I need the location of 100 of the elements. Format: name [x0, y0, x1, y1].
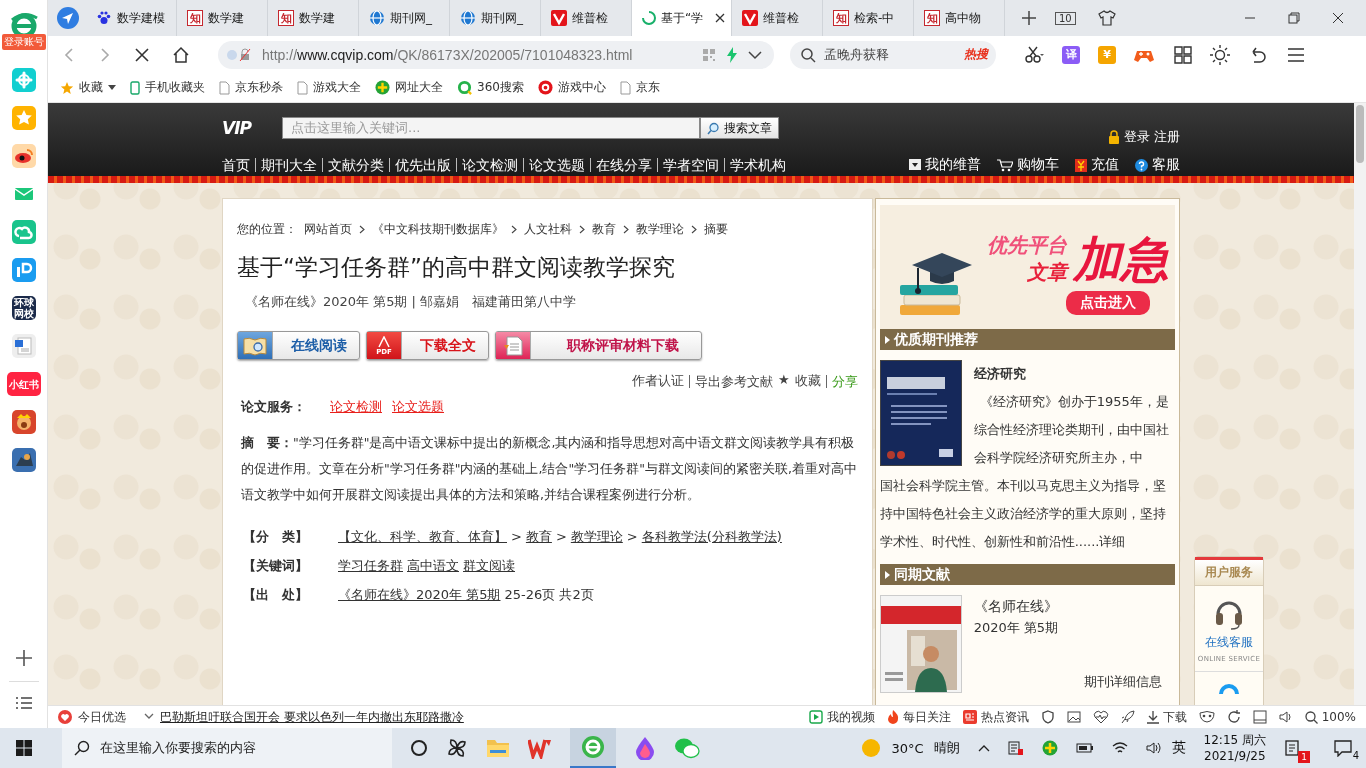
taskbar-search-field[interactable]: 在这里输入你要搜索的内容 [62, 728, 392, 768]
game-icon[interactable] [11, 410, 36, 434]
notes-icon[interactable] [1284, 739, 1302, 757]
restore-icon[interactable] [1288, 12, 1300, 24]
nav-link[interactable]: 学者空间 [657, 158, 724, 172]
read-online-button[interactable]: 在线阅读 [237, 331, 360, 360]
mask-icon[interactable] [1198, 711, 1215, 723]
nav-link[interactable]: 学术机构 [724, 158, 791, 172]
game-icon[interactable] [11, 448, 36, 472]
site-logo[interactable]: VIP [222, 118, 274, 138]
search-field[interactable]: 孟晚舟获释 热搜 [790, 40, 996, 69]
field-link[interactable]: 群文阅读 [463, 551, 515, 580]
fan-icon[interactable] [446, 737, 468, 759]
app-tile[interactable]: 环球网校 [11, 296, 36, 320]
details-link[interactable]: 详细 [1099, 534, 1126, 549]
translate-button[interactable]: 译 [1062, 45, 1080, 64]
register-link[interactable]: 注册 [1154, 128, 1180, 146]
dropdown-icon[interactable] [108, 84, 116, 91]
bookmark-link[interactable]: 京东秒杀 [219, 79, 283, 96]
speaker-icon[interactable] [1278, 710, 1293, 724]
hot-search-tag[interactable]: 热搜 [964, 46, 988, 63]
zoom-control[interactable]: 100% [1304, 710, 1356, 724]
field-link[interactable]: 《名师在线》2020年 第5期 [338, 580, 501, 609]
enter-button[interactable]: 点击进入 [1066, 291, 1151, 315]
heart-pulse-icon[interactable] [1092, 710, 1109, 724]
today-picks-link[interactable]: 今日优选 [78, 708, 126, 726]
home-icon[interactable] [172, 45, 190, 64]
news-headline-link[interactable]: 巴勒斯坦吁联合国开会 要求以色列一年内撤出东耶路撒冷 [160, 708, 464, 726]
chevron-down-icon[interactable] [144, 713, 154, 721]
share-link[interactable]: 分享 [825, 374, 858, 388]
field-link[interactable]: 各科教学法(分科教学法) [641, 522, 782, 551]
bookmark-link[interactable]: 网址大全 [375, 79, 443, 96]
field-link[interactable]: 高中语文 [407, 551, 459, 580]
input-method-indicator[interactable]: 英 [1171, 739, 1186, 757]
close-icon[interactable] [1332, 12, 1344, 24]
close-icon[interactable] [715, 13, 725, 23]
field-link[interactable]: 学习任务群 [338, 551, 403, 580]
tool-link[interactable]: 收藏 [794, 372, 821, 390]
image-icon[interactable] [1066, 710, 1081, 724]
bookmark-link[interactable]: 京东 [619, 79, 660, 96]
service-link[interactable]: 论文检测 [330, 398, 382, 416]
bookmark-link[interactable]: 360搜索 [457, 79, 524, 96]
breadcrumb-link[interactable]: 网站首页 [304, 221, 352, 238]
chevron-up-icon[interactable] [977, 744, 990, 752]
dropdown-icon[interactable] [748, 49, 762, 60]
breadcrumb-link[interactable]: 摘要 [704, 221, 728, 238]
online-service-link[interactable]: 在线客服 [1205, 634, 1253, 651]
user-menu-link[interactable]: 我的维普 [909, 156, 981, 174]
field-link[interactable]: 教学理论 [570, 522, 623, 551]
search-articles-button[interactable]: 搜索文章 [700, 117, 779, 139]
download-materials-button[interactable]: 职称评审材料下载 [495, 331, 702, 360]
tool-link[interactable]: 作者认证 [632, 372, 684, 390]
navigation-icon[interactable] [56, 6, 80, 30]
user-menu-link[interactable]: 客服 [1135, 156, 1180, 174]
menu-icon[interactable] [1288, 47, 1304, 62]
tab-count-button[interactable]: 10 [1055, 11, 1076, 25]
user-menu-link[interactable]: 充值 [1075, 156, 1119, 174]
shirt-icon[interactable] [1097, 10, 1116, 26]
browser-tab[interactable]: 基于“学 [632, 0, 732, 36]
breadcrumb-link[interactable]: 教学理论 [636, 221, 684, 238]
bookmark-link[interactable]: 游戏中心 [537, 79, 606, 96]
refresh-icon[interactable] [1226, 710, 1241, 724]
nav-link[interactable]: 首页 [222, 158, 255, 172]
rocket-icon[interactable] [1120, 710, 1135, 724]
status-link[interactable]: 每日关注 [886, 708, 951, 726]
nav-link[interactable]: 文献分类 [322, 158, 389, 172]
user-menu-link[interactable]: 购物车 [997, 156, 1059, 174]
status-link[interactable]: 我的视频 [808, 708, 875, 726]
wifi-icon[interactable] [1111, 741, 1128, 755]
breadcrumb-link[interactable]: 人文社科 [524, 221, 572, 238]
apps-grid-icon[interactable] [1174, 45, 1192, 64]
nav-link[interactable]: 论文检测 [456, 158, 523, 172]
scrollbar[interactable] [1354, 103, 1366, 705]
battery-icon[interactable] [1075, 742, 1094, 754]
star-icon[interactable]: ★ [778, 372, 790, 390]
breadcrumb-link[interactable]: 教育 [592, 221, 616, 238]
nav-link[interactable]: 在线分享 [590, 158, 657, 172]
clock[interactable]: 12:15 周六 2021/9/25 [1203, 732, 1266, 764]
field-link[interactable]: 教育 [525, 522, 552, 551]
speaker-icon[interactable] [1145, 741, 1162, 755]
list-icon[interactable] [15, 696, 32, 710]
stop-icon[interactable] [134, 46, 150, 63]
login-link[interactable]: 登录 [1124, 128, 1150, 146]
office-app-icon[interactable] [528, 737, 552, 759]
bookmark-link[interactable]: 游戏大全 [297, 79, 361, 96]
folder-icon[interactable] [486, 737, 510, 759]
browser-icon[interactable] [581, 735, 605, 759]
brightness-icon[interactable] [1210, 44, 1230, 65]
plus-circle-icon[interactable] [1041, 740, 1058, 756]
start-icon[interactable] [16, 740, 32, 756]
security-app-icon[interactable] [1007, 740, 1024, 756]
journal-name[interactable]: 经济研究 [973, 360, 1175, 388]
app-icon[interactable] [11, 144, 36, 168]
scissors-icon[interactable] [1024, 45, 1044, 64]
journal-details-link[interactable]: 期刊详细信息 [1083, 671, 1162, 693]
address-field[interactable]: http://www.cqvip.com/QK/86173X/202005/7101048323.html [218, 40, 774, 69]
breadcrumb-link[interactable]: 《中文科技期刊数据库》 [372, 221, 504, 238]
nav-link[interactable]: 优先出版 [389, 158, 456, 172]
window-icon[interactable] [1252, 710, 1267, 724]
task-view-icon[interactable] [410, 739, 428, 757]
